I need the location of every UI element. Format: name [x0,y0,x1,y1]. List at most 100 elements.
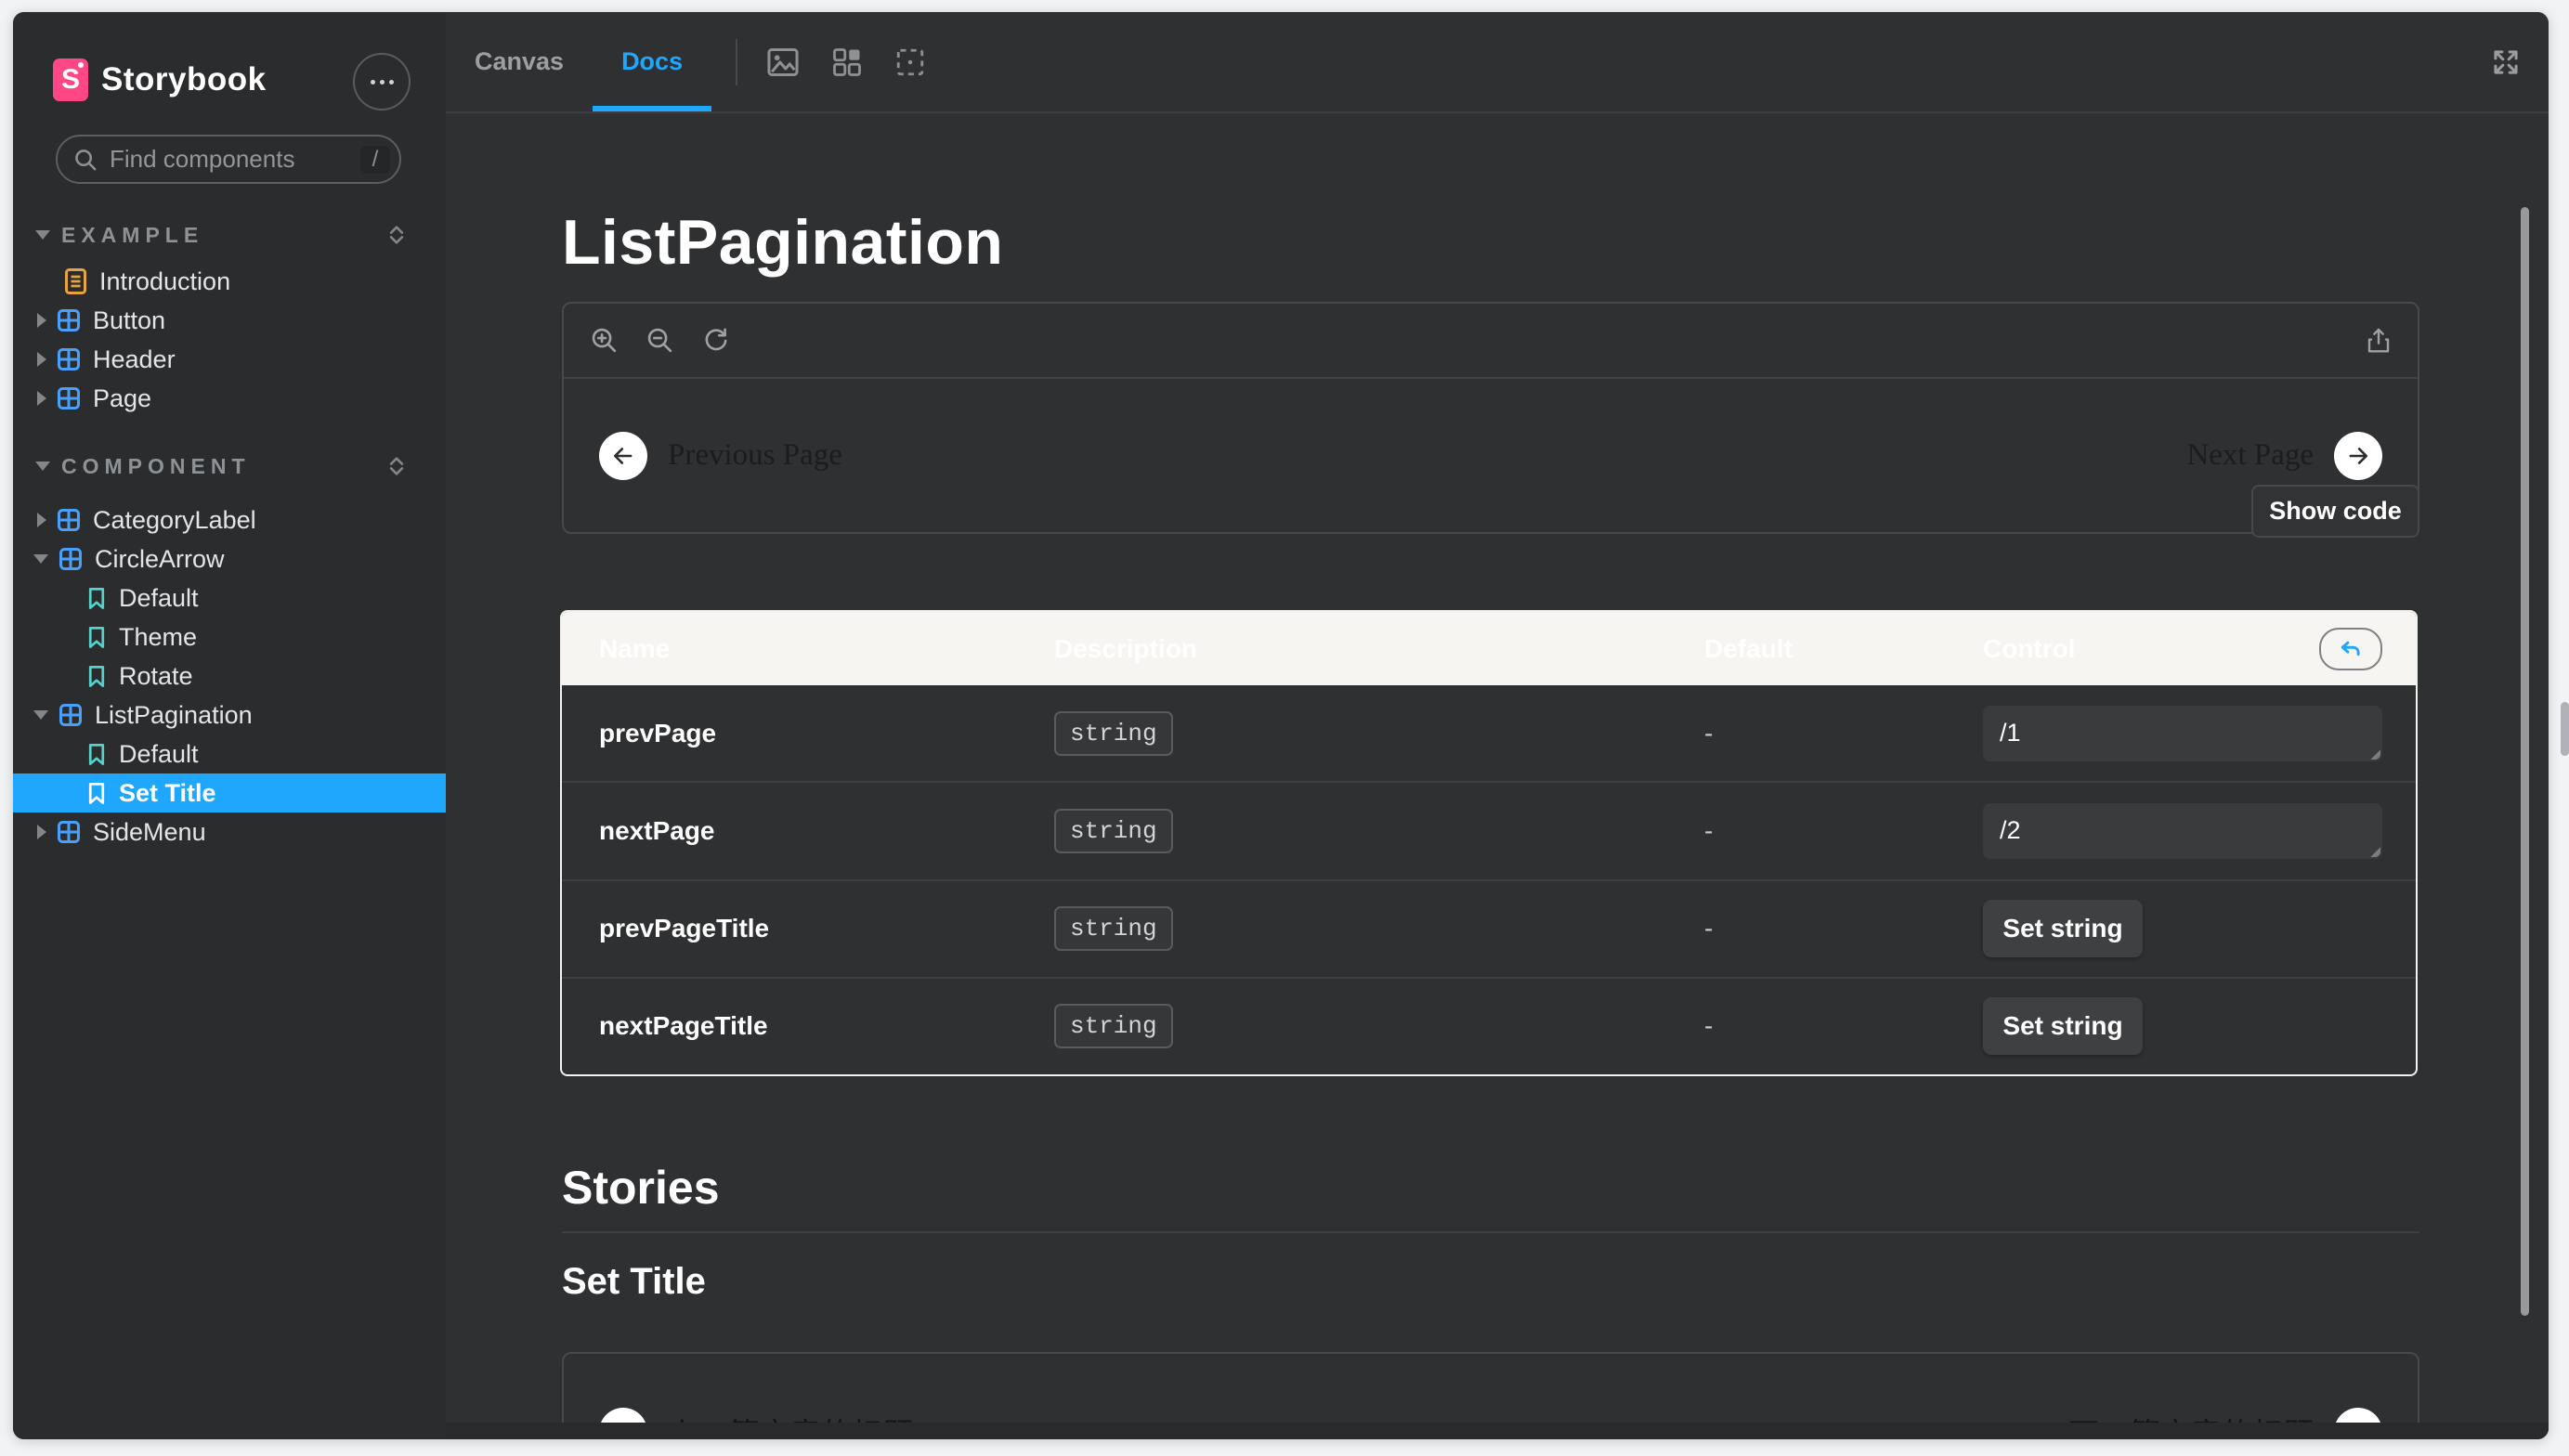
sidebar-item-header[interactable]: Header [13,340,446,379]
sidebar-story-listpagination-default[interactable]: Default [13,734,446,774]
component-icon [56,346,82,372]
sidebar-item-sidemenu[interactable]: SideMenu [13,812,446,852]
arg-name: prevPage [562,719,1017,748]
previous-page-label: Previous Page [668,438,842,473]
sidebar-story-circlearrow-theme[interactable]: Theme [13,618,446,656]
arg-default: - [1667,719,1946,748]
arrow-right-icon[interactable] [2334,432,2382,480]
arg-default: - [1667,914,1946,943]
search-placeholder: Find components [110,145,360,174]
table-row: prevPageTitle string - Set string [562,879,2416,977]
arg-name: nextPage [562,816,1017,846]
docs-scroll-area[interactable]: ListPagination [446,113,2549,1439]
collapse-expand-icon[interactable] [385,223,409,247]
topbar: Canvas Docs [446,12,2549,113]
sidebar-item-categorylabel[interactable]: CategoryLabel [13,500,446,540]
grid-icon[interactable] [830,46,864,79]
chevron-down-icon [35,230,50,240]
reset-zoom-icon[interactable] [701,326,731,356]
arg-name: nextPageTitle [562,1011,1017,1041]
zoom-out-icon[interactable] [646,326,675,356]
sidebar-item-page[interactable]: Page [13,379,446,418]
sidebar-story-circlearrow-default[interactable]: Default [13,578,446,618]
sidebar-item-label: CircleArrow [95,545,225,574]
sidebar: S Storybook Find components / EXAMPLE [13,12,446,1439]
table-row: prevPage string - /1 [562,685,2416,781]
bookmark-icon [85,742,108,767]
sidebar-item-label: CategoryLabel [93,506,256,535]
sidebar-story-label: Set Title [119,779,216,808]
table-row: nextPageTitle string - Set string [562,977,2416,1074]
chevron-right-icon [37,313,46,328]
bookmark-icon [85,586,108,611]
share-icon[interactable] [2364,326,2393,356]
image-icon[interactable] [765,45,801,80]
preview-toolbar [564,304,2418,379]
sidebar-item-label: SideMenu [93,818,206,847]
arg-default: - [1667,1011,1946,1041]
sidebar-item-label: ListPagination [95,701,253,730]
chevron-down-icon [33,710,48,720]
sidebar-item-introduction[interactable]: Introduction [13,262,446,301]
sidebar-item-label: Introduction [99,267,230,296]
bookmark-icon [85,625,108,650]
component-icon [56,385,82,411]
bookmark-icon [85,664,108,689]
chevron-right-icon [37,352,46,367]
sidebar-story-label: Rotate [119,662,193,691]
chevron-down-icon [35,462,50,471]
main-content: Canvas Docs [446,12,2549,1439]
column-header-name: Name [562,634,1017,664]
marquee-icon[interactable] [893,46,927,79]
list-pagination-preview: Previous Page Next Page [564,379,2418,532]
set-string-button-prevpagetitle[interactable]: Set string [1983,900,2143,957]
window-bottom-edge [446,1423,2549,1439]
previous-page-link[interactable]: Previous Page [599,432,842,480]
page-scrollbar[interactable] [2561,702,2569,756]
sidebar-story-circlearrow-rotate[interactable]: Rotate [13,656,446,696]
section-component[interactable]: COMPONENT [13,447,446,486]
chevron-right-icon [37,825,46,839]
fullscreen-icon[interactable] [2488,45,2523,80]
sidebar-story-label: Theme [119,623,197,652]
bookmark-icon [85,781,108,806]
next-page-link[interactable]: Next Page [2186,432,2382,480]
divider [562,1231,2419,1233]
sidebar-story-listpagination-set-title[interactable]: Set Title [13,774,446,812]
storybook-app-window: S Storybook Find components / EXAMPLE [13,12,2549,1439]
tab-docs[interactable]: Docs [593,12,711,111]
stories-heading: Stories [562,1161,720,1215]
chevron-right-icon [37,513,46,527]
control-textarea-nextpage[interactable]: /2 [1983,803,2382,859]
brand[interactable]: S Storybook [53,58,267,101]
sidebar-item-listpagination[interactable]: ListPagination [13,696,446,734]
story-preview-panel: Previous Page Next Page Show code [562,302,2419,534]
sidebar-item-circlearrow[interactable]: CircleArrow [13,540,446,578]
sidebar-item-button[interactable]: Button [13,301,446,340]
search-input[interactable]: Find components / [56,135,401,184]
component-icon [56,819,82,845]
zoom-in-icon[interactable] [590,326,619,356]
sidebar-item-label: Header [93,345,176,374]
args-table-header: Name Description Default Control [562,612,2416,685]
section-example[interactable]: EXAMPLE [13,215,446,254]
collapse-expand-icon[interactable] [385,454,409,478]
document-icon [63,267,88,295]
component-icon [56,307,82,333]
control-textarea-prevpage[interactable]: /1 [1983,706,2382,761]
tab-canvas[interactable]: Canvas [446,12,593,111]
type-badge: string [1054,809,1173,853]
component-icon [56,507,82,533]
show-code-button[interactable]: Show code [2251,485,2419,538]
docs-scrollbar[interactable] [2521,207,2529,1316]
reset-controls-button[interactable] [2319,628,2382,670]
sidebar-story-label: Default [119,584,199,613]
sidebar-menu-button[interactable] [353,53,411,110]
section-label: EXAMPLE [61,223,203,248]
story-heading: Set Title [562,1261,706,1303]
set-string-button-nextpagetitle[interactable]: Set string [1983,997,2143,1055]
arrow-left-icon[interactable] [599,432,647,480]
type-badge: string [1054,1004,1173,1048]
toolbar-divider [736,39,737,85]
ellipsis-icon [371,80,375,84]
